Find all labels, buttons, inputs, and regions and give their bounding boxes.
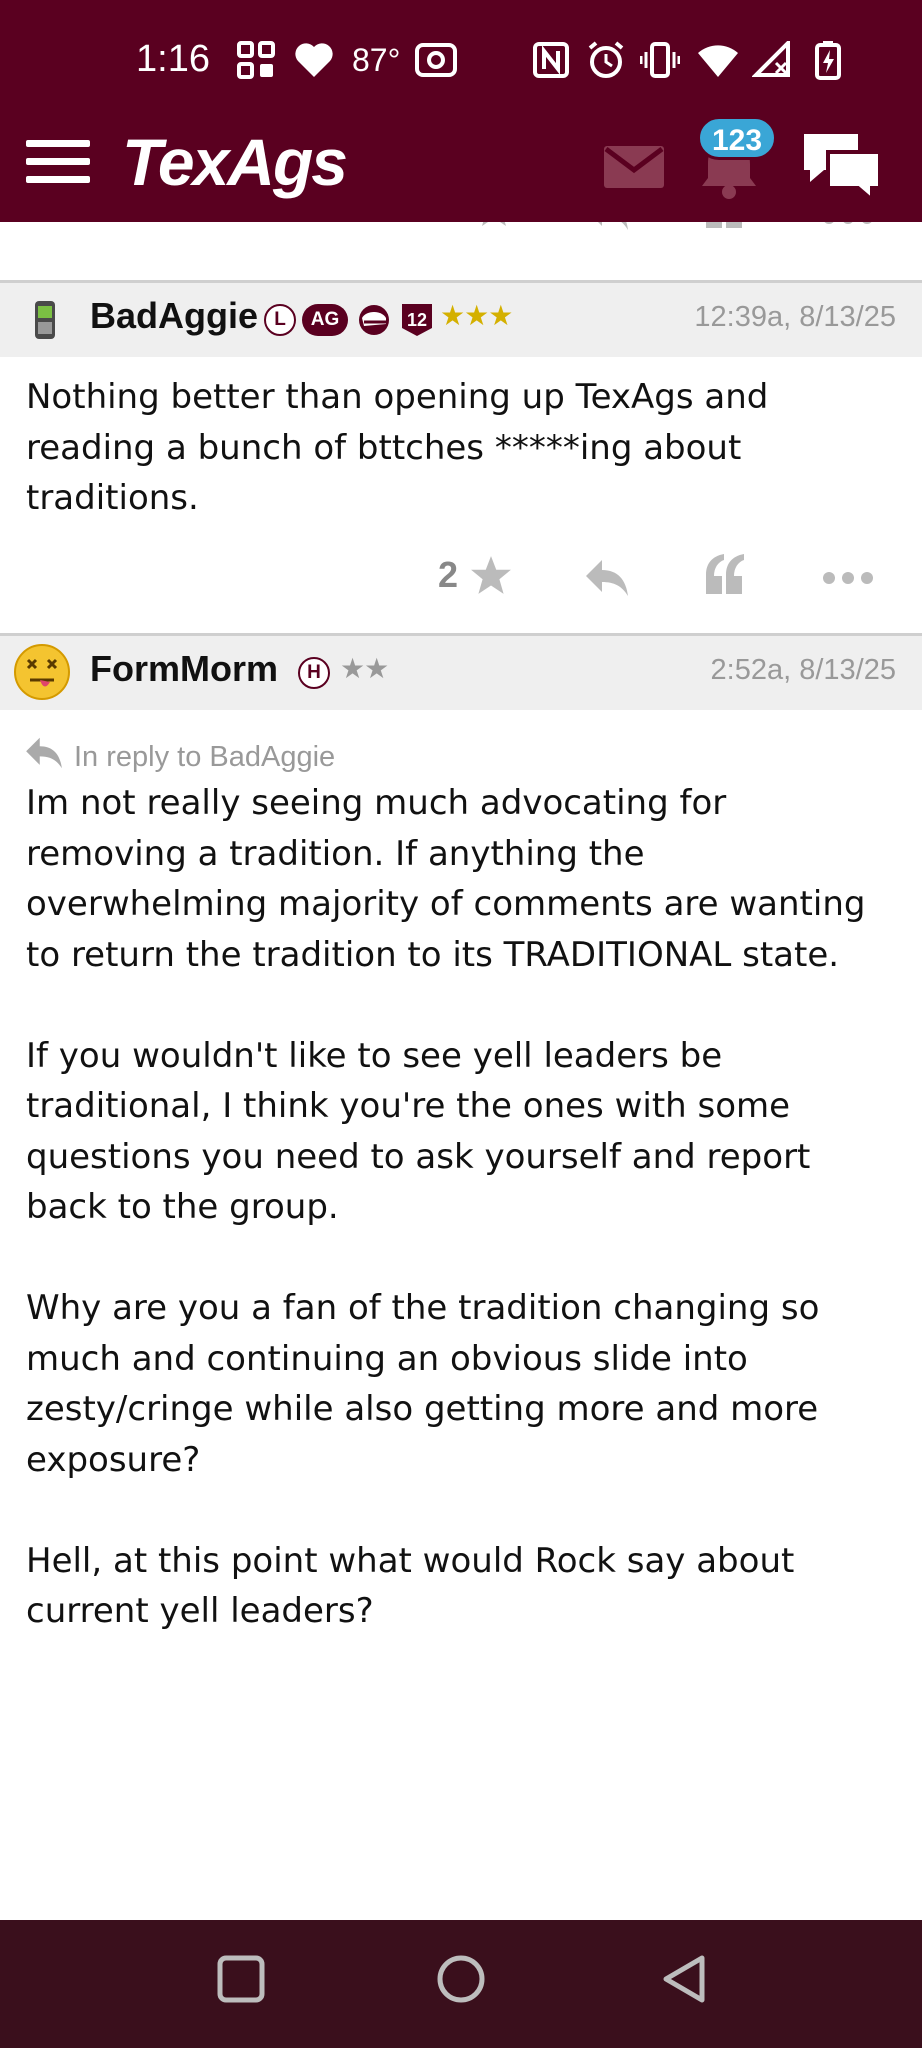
post-actions: 2: [0, 550, 922, 610]
heart-icon: [294, 40, 334, 80]
avatar[interactable]: [22, 297, 68, 343]
vibrate-icon: [640, 40, 680, 80]
system-nav-bar: [0, 1920, 922, 2048]
nfc-icon: [532, 40, 570, 80]
recents-button[interactable]: [216, 1954, 266, 2008]
more-icon[interactable]: [822, 222, 874, 229]
rank-stars: ★★★: [440, 299, 513, 332]
username[interactable]: BadAggie: [90, 295, 258, 337]
notification-badge[interactable]: 123: [697, 116, 777, 160]
post-body: Im not really seeing much advocating for…: [26, 783, 866, 1631]
badge-l: L: [264, 304, 296, 336]
avatar[interactable]: [14, 644, 70, 700]
post-timestamp: 12:39a, 8/13/25: [694, 301, 896, 333]
quote-icon[interactable]: [704, 554, 746, 600]
widget-grid-icon: [236, 40, 276, 80]
post-timestamp: 2:52a, 8/13/25: [710, 654, 896, 686]
status-time: 1:16: [136, 38, 210, 80]
rank-stars: ★★: [340, 652, 389, 685]
more-icon[interactable]: [822, 570, 874, 589]
battery-charging-icon: [814, 40, 842, 80]
reply-reference-text: In reply to BadAggie: [74, 740, 336, 773]
quote-icon[interactable]: [704, 222, 746, 234]
post-body: Nothing better than opening up TexAgs an…: [26, 377, 780, 518]
signal-icon: [752, 40, 792, 80]
badge-ag: AG: [302, 304, 348, 336]
reply-arrow-icon: [24, 736, 64, 778]
wifi-icon: [696, 40, 740, 80]
star-icon[interactable]: [474, 222, 514, 232]
mail-icon[interactable]: [602, 144, 666, 194]
status-bar: 1:16 87°: [0, 0, 922, 122]
back-button[interactable]: [660, 1954, 708, 2008]
app-header: TexAgs: [0, 122, 922, 222]
menu-icon[interactable]: [26, 136, 92, 186]
chat-icon[interactable]: [798, 128, 884, 208]
post-header: FormMorm H ★★ 2:52a, 8/13/25: [0, 636, 922, 710]
reply-icon[interactable]: [584, 558, 630, 602]
post-header: BadAggie L AG 12 ★★★ 12:39a, 8/13/25: [0, 283, 922, 357]
radio-icon: [414, 40, 458, 80]
badge-12: 12: [402, 304, 432, 336]
status-temperature: 87°: [352, 42, 401, 78]
helmet-icon: [356, 304, 392, 336]
alarm-icon: [586, 40, 626, 80]
previous-star-count: 4: [438, 222, 462, 230]
reply-icon[interactable]: [584, 222, 630, 236]
badge-h: H: [298, 657, 330, 689]
username[interactable]: FormMorm: [90, 648, 278, 690]
star-icon[interactable]: [470, 554, 512, 600]
star-count: 2: [438, 554, 459, 595]
texags-logo[interactable]: TexAgs: [122, 124, 348, 200]
previous-post-actions: 4: [0, 222, 922, 282]
home-button[interactable]: [436, 1954, 486, 2008]
reply-reference[interactable]: In reply to BadAggie: [24, 736, 335, 778]
